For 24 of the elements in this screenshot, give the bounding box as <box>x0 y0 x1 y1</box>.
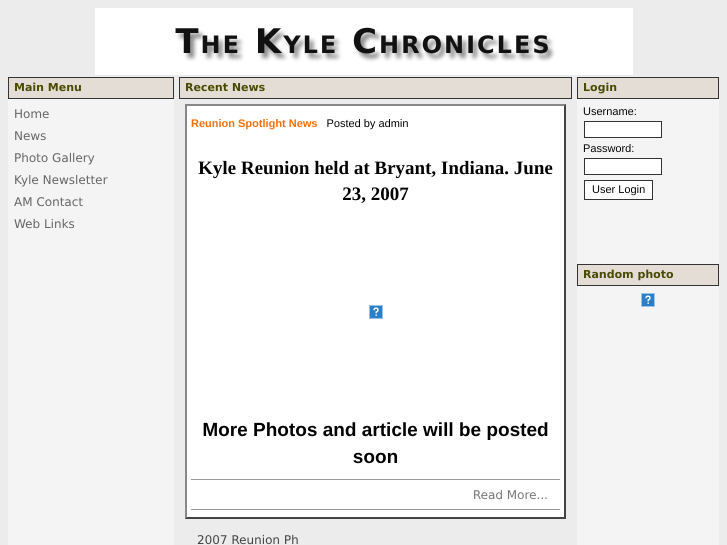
panel-heading: Main Menu <box>8 77 174 99</box>
field-label: Password: <box>583 143 636 155</box>
menu-link[interactable]: News <box>14 125 46 147</box>
next-article-title: 2007 Reunion Ph <box>197 533 300 545</box>
login-button[interactable]: User Login <box>584 180 654 200</box>
menu-link[interactable]: Home <box>14 103 50 125</box>
read-more-link[interactable]: Read More... <box>472 488 548 502</box>
password-field[interactable] <box>584 158 662 175</box>
menu-link[interactable]: Kyle Newsletter <box>14 169 108 191</box>
broken-image-icon <box>368 305 382 319</box>
category-label: Reunion Spotlight News <box>191 118 318 130</box>
site-logo: The Kyle Chronicles <box>175 22 552 62</box>
menu-link[interactable]: Photo Gallery <box>14 147 95 169</box>
article-note: More Photos and article will be posted soon <box>201 419 550 470</box>
menu-link[interactable]: AM Contact <box>14 191 84 213</box>
panel-heading: Random photo <box>577 264 719 286</box>
byline: Posted by admin <box>326 118 408 130</box>
username-field[interactable] <box>584 121 662 138</box>
broken-image-icon <box>641 293 655 307</box>
panel-heading: Login <box>577 77 719 99</box>
menu-link[interactable]: Web Links <box>14 213 75 235</box>
article-headline: Kyle Reunion held at Bryant, Indiana. June 23, 2007 <box>197 157 554 207</box>
field-label: Username: <box>583 106 638 118</box>
panel-heading: Recent News <box>179 77 572 99</box>
